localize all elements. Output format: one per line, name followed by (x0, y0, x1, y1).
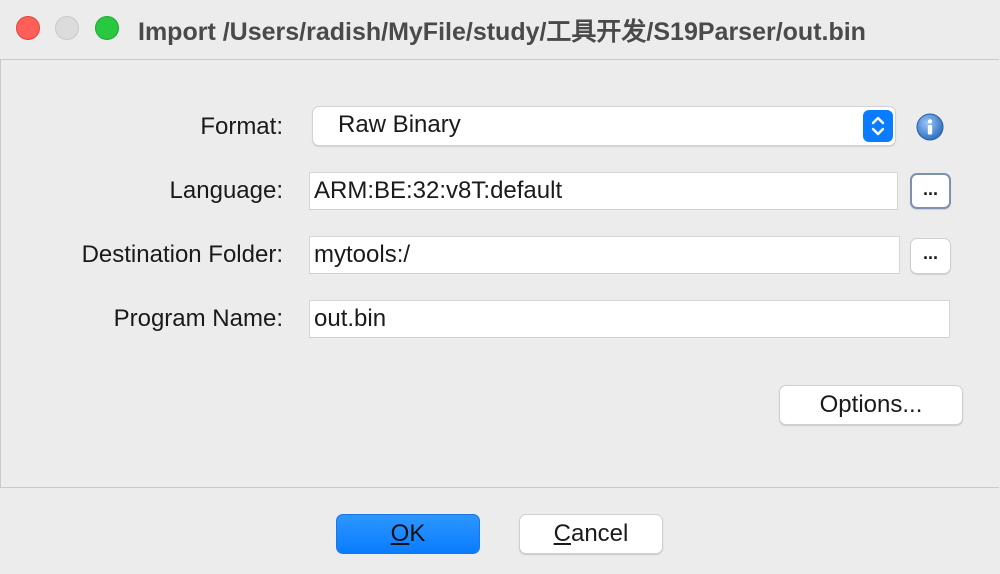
cancel-mnemonic: C (553, 520, 571, 547)
program-name-field[interactable]: out.bin (309, 300, 950, 338)
ok-mnemonic: O (390, 520, 410, 547)
format-select[interactable]: Raw Binary (312, 106, 896, 146)
options-button[interactable]: Options... (779, 385, 963, 425)
language-field[interactable]: ARM:BE:32:v8T:default (309, 172, 898, 210)
destination-browse-button[interactable]: ... (910, 238, 951, 274)
ok-label-rest: K (409, 520, 426, 547)
import-dialog: Import /Users/radish/MyFile/study/工具开发/S… (0, 0, 1000, 574)
language-browse-button[interactable]: ... (910, 173, 951, 209)
destination-folder-field[interactable]: mytools:/ (309, 236, 900, 274)
close-icon[interactable] (16, 16, 40, 40)
cancel-label-rest: ancel (570, 520, 629, 547)
info-icon[interactable] (916, 113, 944, 141)
language-label: Language: (169, 177, 283, 204)
import-settings-panel: Format: Raw Binary Language: ARM:BE:32:v… (0, 59, 999, 488)
cancel-button[interactable]: Cancel (519, 514, 663, 554)
program-name-label: Program Name: (113, 305, 283, 332)
destination-folder-label: Destination Folder: (81, 241, 283, 268)
format-select-value: Raw Binary (338, 111, 461, 138)
minimize-icon[interactable] (55, 16, 79, 40)
title-bar: Import /Users/radish/MyFile/study/工具开发/S… (0, 0, 1000, 56)
select-arrows-icon (863, 110, 893, 142)
window-title: Import /Users/radish/MyFile/study/工具开发/S… (138, 18, 866, 46)
maximize-icon[interactable] (95, 16, 119, 40)
format-label: Format: (200, 113, 283, 140)
ok-button[interactable]: OK (336, 514, 480, 554)
